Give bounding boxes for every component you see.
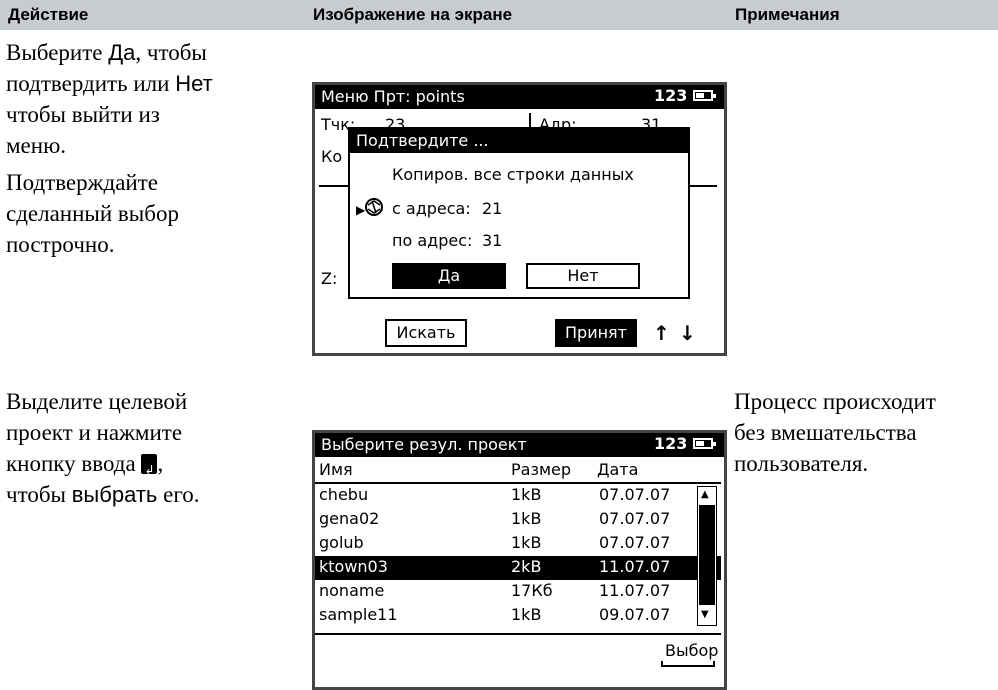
- project-date: 07.07.07: [599, 533, 671, 552]
- project-name: sample11: [319, 605, 398, 624]
- header-notes: Примечания: [735, 5, 840, 24]
- confirm-dialog: Подтвердите ... Копиров. все строки данн…: [348, 127, 690, 299]
- search-button[interactable]: Искать: [385, 319, 467, 347]
- divider: [319, 185, 349, 187]
- project-name: noname: [319, 581, 385, 600]
- divider: [687, 185, 717, 187]
- project-date: 09.07.07: [599, 605, 671, 624]
- arrow-down-icon[interactable]: ↓: [679, 321, 696, 345]
- screen-title-bar: Выберите резул. проект 123: [315, 433, 724, 457]
- scroll-up-icon[interactable]: ▲: [701, 489, 709, 500]
- screen-title: Выберите резул. проект: [321, 435, 527, 454]
- col-name: Имя: [319, 460, 353, 479]
- project-size: 1kB: [511, 533, 542, 552]
- no-button[interactable]: Нет: [526, 263, 640, 289]
- column-headers: Имя Размер Дата: [315, 459, 721, 481]
- yes-button[interactable]: Да: [392, 263, 506, 289]
- select-button[interactable]: Выбор: [665, 641, 718, 660]
- header-action: Действие: [8, 5, 89, 24]
- row1-instructions: Выберите Да, чтобы подтвердить или Нет ч…: [6, 40, 213, 257]
- col-date: Дата: [597, 460, 639, 479]
- project-name: ktown03: [319, 557, 388, 576]
- list-item[interactable]: ktown03 2kB 11.07.07: [315, 556, 721, 580]
- list-item[interactable]: gena02 1kB 07.07.07: [315, 508, 721, 532]
- scroll-down-icon[interactable]: ▼: [701, 609, 709, 620]
- project-date: 07.07.07: [599, 509, 671, 528]
- from-label: с адреса:: [392, 199, 471, 218]
- list-item[interactable]: chebu 1kB 07.07.07: [315, 484, 721, 508]
- project-size: 1kB: [511, 605, 542, 624]
- project-size: 17Кб: [511, 581, 553, 600]
- project-select-screen: Выберите резул. проект 123 Имя Размер Да…: [312, 430, 727, 690]
- table-header: Действие Изображение на экране Примечани…: [0, 0, 998, 30]
- project-date: 11.07.07: [599, 557, 671, 576]
- list-item[interactable]: noname 17Кб 11.07.07: [315, 580, 721, 604]
- header-screen: Изображение на экране: [313, 5, 513, 24]
- accept-button[interactable]: Принят: [555, 319, 637, 347]
- input-mode: 123: [654, 434, 688, 453]
- softkey-line: [713, 661, 715, 667]
- divider: [315, 633, 721, 635]
- row2-notes: Процесс происходит без вмешательства пол…: [734, 389, 936, 476]
- dialog-title: Подтвердите ...: [356, 131, 489, 150]
- project-size: 1kB: [511, 485, 542, 504]
- list-item[interactable]: sample11 1kB 09.07.07: [315, 604, 721, 628]
- project-name: gena02: [319, 509, 380, 528]
- no-word: Нет: [175, 71, 213, 96]
- arrow-up-icon[interactable]: ↑: [653, 321, 670, 345]
- softkey-line: [661, 661, 663, 667]
- confirm-screen: Меню Прт: points 123 Тчк: 23 Адр: 31 Ко …: [312, 82, 727, 356]
- screen-title-bar: Меню Прт: points 123: [315, 85, 724, 109]
- col-size: Размер: [511, 460, 572, 479]
- row2-instructions: Выделите целевой проект и нажмите кнопку…: [6, 389, 200, 507]
- project-date: 07.07.07: [599, 485, 671, 504]
- to-label: по адрес:: [392, 231, 473, 250]
- dialog-message: Копиров. все строки данных: [392, 165, 634, 184]
- screen-title: Меню Прт: points: [321, 87, 465, 106]
- yes-word: Да: [108, 40, 136, 65]
- softkey-line: [661, 665, 715, 667]
- project-size: 1kB: [511, 509, 542, 528]
- project-list: chebu 1kB 07.07.07 gena02 1kB 07.07.07 golub 1k…: [315, 484, 721, 630]
- arrow-right-icon: ▶: [356, 203, 366, 217]
- project-name: golub: [319, 533, 364, 552]
- from-value: 21: [482, 199, 503, 218]
- scrollbar[interactable]: ▲ ▼: [697, 486, 717, 626]
- battery-icon: [693, 90, 716, 101]
- battery-icon: [693, 438, 716, 449]
- project-date: 11.07.07: [599, 581, 671, 600]
- enter-key-icon: ↲: [141, 454, 158, 477]
- dialog-title-bar: Подтвердите ...: [350, 129, 688, 153]
- scrollbar-thumb[interactable]: [699, 505, 715, 605]
- to-value: 31: [482, 231, 503, 250]
- trimble-logo-icon: [364, 197, 384, 217]
- project-name: chebu: [319, 485, 369, 504]
- list-item[interactable]: golub 1kB 07.07.07: [315, 532, 721, 556]
- input-mode: 123: [654, 86, 688, 105]
- project-size: 2kB: [511, 557, 542, 576]
